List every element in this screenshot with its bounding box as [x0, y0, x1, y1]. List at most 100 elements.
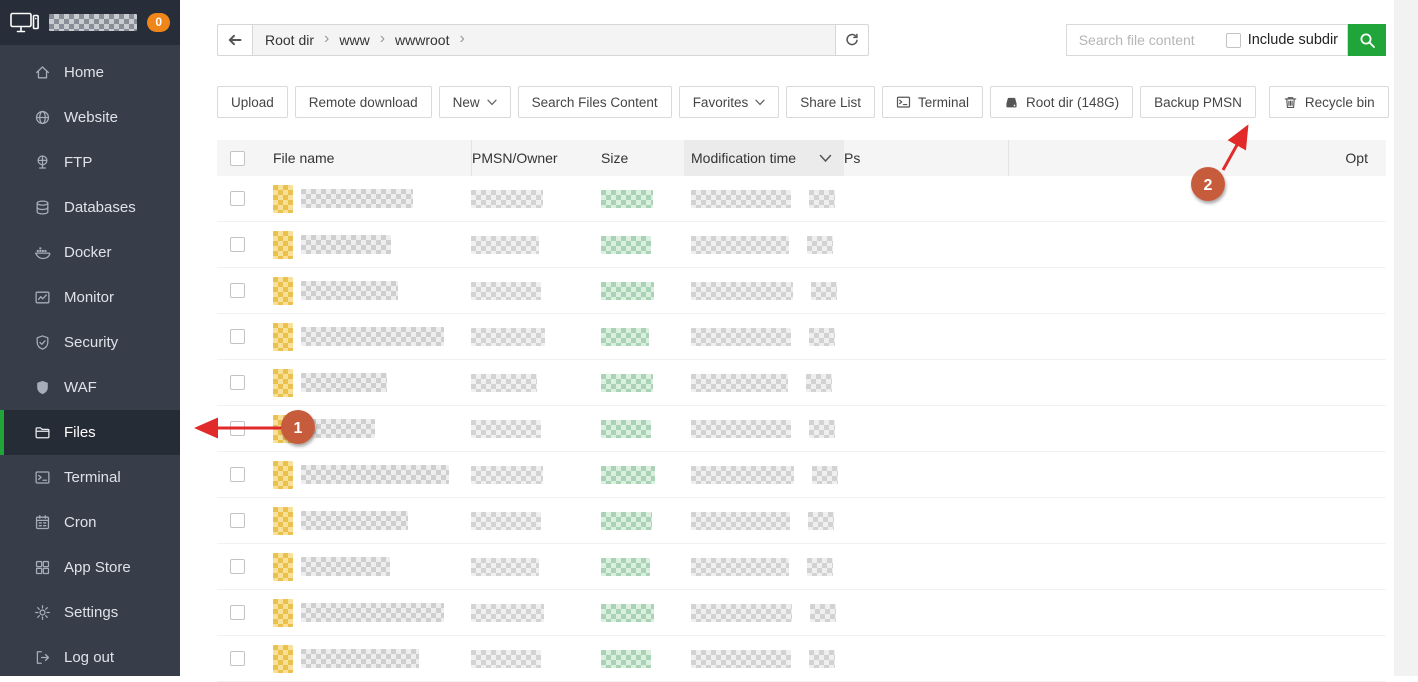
- sidebar-item-ftp[interactable]: FTP: [0, 140, 180, 185]
- terminal-button[interactable]: Terminal: [882, 86, 984, 118]
- disk-icon: [1004, 95, 1019, 110]
- share-list-button[interactable]: Share List: [786, 86, 876, 118]
- file-name-cell[interactable]: [261, 368, 471, 397]
- sidebar-item-files[interactable]: Files: [0, 410, 180, 455]
- breadcrumb-segment-www[interactable]: www: [339, 32, 369, 48]
- settings-icon: [33, 604, 51, 622]
- folder-icon: [273, 184, 293, 213]
- file-name-redacted: [301, 281, 398, 300]
- size-redacted: [601, 649, 651, 668]
- row-checkbox[interactable]: [230, 329, 245, 344]
- sidebar-item-log-out[interactable]: Log out: [0, 635, 180, 680]
- favorites-button[interactable]: Favorites: [678, 86, 780, 118]
- table-header: File name PMSN/Owner Size Modification time…: [217, 140, 1386, 176]
- sidebar-item-label: Databases: [64, 199, 136, 216]
- time-redacted: [691, 189, 791, 208]
- file-name-cell[interactable]: [261, 460, 471, 489]
- search-button[interactable]: [1348, 24, 1386, 56]
- select-all-checkbox[interactable]: [230, 150, 245, 166]
- row-checkbox[interactable]: [230, 467, 245, 482]
- row-checkbox[interactable]: [230, 237, 245, 252]
- sidebar-item-settings[interactable]: Settings: [0, 590, 180, 635]
- new-button[interactable]: New: [438, 86, 511, 118]
- chevron-right-icon: ›: [459, 30, 465, 47]
- server-name-redacted: [49, 14, 137, 31]
- modification-time-cell: [684, 557, 844, 576]
- file-name-cell[interactable]: [261, 598, 471, 627]
- modification-time-cell: [684, 603, 844, 622]
- sidebar-item-website[interactable]: Website: [0, 95, 180, 140]
- row-checkbox[interactable]: [230, 283, 245, 298]
- back-button[interactable]: [217, 24, 253, 56]
- recycle-bin-button[interactable]: Recycle bin: [1268, 86, 1389, 118]
- button-label: Terminal: [918, 94, 970, 110]
- include-subdir-checkbox[interactable]: [1225, 32, 1241, 48]
- row-checkbox[interactable]: [230, 605, 245, 620]
- search-input[interactable]: [1076, 31, 1219, 49]
- row-checkbox-cell: [217, 513, 261, 528]
- sidebar-item-databases[interactable]: Databases: [0, 185, 180, 230]
- time-redacted: [691, 603, 792, 622]
- file-name-redacted: [301, 465, 449, 484]
- file-name-cell[interactable]: [261, 276, 471, 305]
- sidebar-item-label: Files: [64, 424, 96, 441]
- row-checkbox[interactable]: [230, 375, 245, 390]
- breadcrumb: Root dir › www › wwwroot ›: [253, 24, 836, 56]
- logo-bar: 0: [0, 0, 180, 45]
- breadcrumb-segment-wwwroot[interactable]: wwwroot: [395, 32, 449, 48]
- backup-pmsn-button[interactable]: Backup PMSN: [1140, 86, 1256, 118]
- table-row: [217, 176, 1386, 222]
- owner-redacted: [471, 557, 539, 576]
- breadcrumb-segment-root-dir[interactable]: Root dir: [265, 32, 314, 48]
- row-checkbox[interactable]: [230, 559, 245, 574]
- owner-cell: [471, 511, 601, 530]
- path-bar: Root dir › www › wwwroot › Include subdir: [217, 24, 1386, 56]
- sidebar-item-monitor[interactable]: Monitor: [0, 275, 180, 320]
- sidebar-item-app-store[interactable]: App Store: [0, 545, 180, 590]
- cron-icon: [33, 514, 51, 532]
- column-header-modification-time[interactable]: Modification time: [684, 140, 844, 176]
- file-name-cell[interactable]: [261, 644, 471, 673]
- sidebar-item-docker[interactable]: Docker: [0, 230, 180, 275]
- row-checkbox-cell: [217, 329, 261, 344]
- notification-badge[interactable]: 0: [147, 13, 170, 32]
- root-dir-148g-button[interactable]: Root dir (148G): [990, 86, 1134, 118]
- sidebar-item-security[interactable]: Security: [0, 320, 180, 365]
- table-row: [217, 590, 1386, 636]
- modification-time-cell: [684, 189, 844, 208]
- file-name-cell[interactable]: [261, 414, 471, 443]
- row-checkbox-cell: [217, 375, 261, 390]
- file-name-redacted: [301, 327, 444, 346]
- owner-cell: [471, 373, 601, 392]
- sidebar-item-cron[interactable]: Cron: [0, 500, 180, 545]
- file-name-cell[interactable]: [261, 552, 471, 581]
- row-checkbox[interactable]: [230, 191, 245, 206]
- modification-time-cell: [684, 235, 844, 254]
- file-name-cell[interactable]: [261, 230, 471, 259]
- modification-time-cell: [684, 281, 844, 300]
- scroll-gutter[interactable]: [1394, 0, 1418, 676]
- time-redacted: [807, 235, 833, 254]
- upload-button[interactable]: Upload: [217, 86, 288, 118]
- search-box: Include subdir: [1065, 24, 1348, 56]
- time-redacted: [809, 419, 835, 438]
- row-checkbox[interactable]: [230, 651, 245, 666]
- folder-icon: [273, 368, 293, 397]
- remote-download-button[interactable]: Remote download: [294, 86, 432, 118]
- row-checkbox[interactable]: [230, 421, 245, 436]
- include-subdir-label[interactable]: Include subdir: [1248, 32, 1338, 48]
- file-name-cell[interactable]: [261, 184, 471, 213]
- file-name-cell[interactable]: [261, 322, 471, 351]
- sidebar-item-waf[interactable]: WAF: [0, 365, 180, 410]
- sidebar-item-terminal[interactable]: Terminal: [0, 455, 180, 500]
- row-checkbox[interactable]: [230, 513, 245, 528]
- sidebar-item-home[interactable]: Home: [0, 50, 180, 95]
- size-cell: [601, 649, 684, 668]
- size-cell: [601, 511, 684, 530]
- refresh-button[interactable]: [836, 24, 869, 56]
- file-name-cell[interactable]: [261, 506, 471, 535]
- search-files-content-button[interactable]: Search Files Content: [517, 86, 672, 118]
- column-label: PMSN/Owner: [472, 150, 558, 166]
- table-row: [217, 268, 1386, 314]
- size-redacted: [601, 281, 654, 300]
